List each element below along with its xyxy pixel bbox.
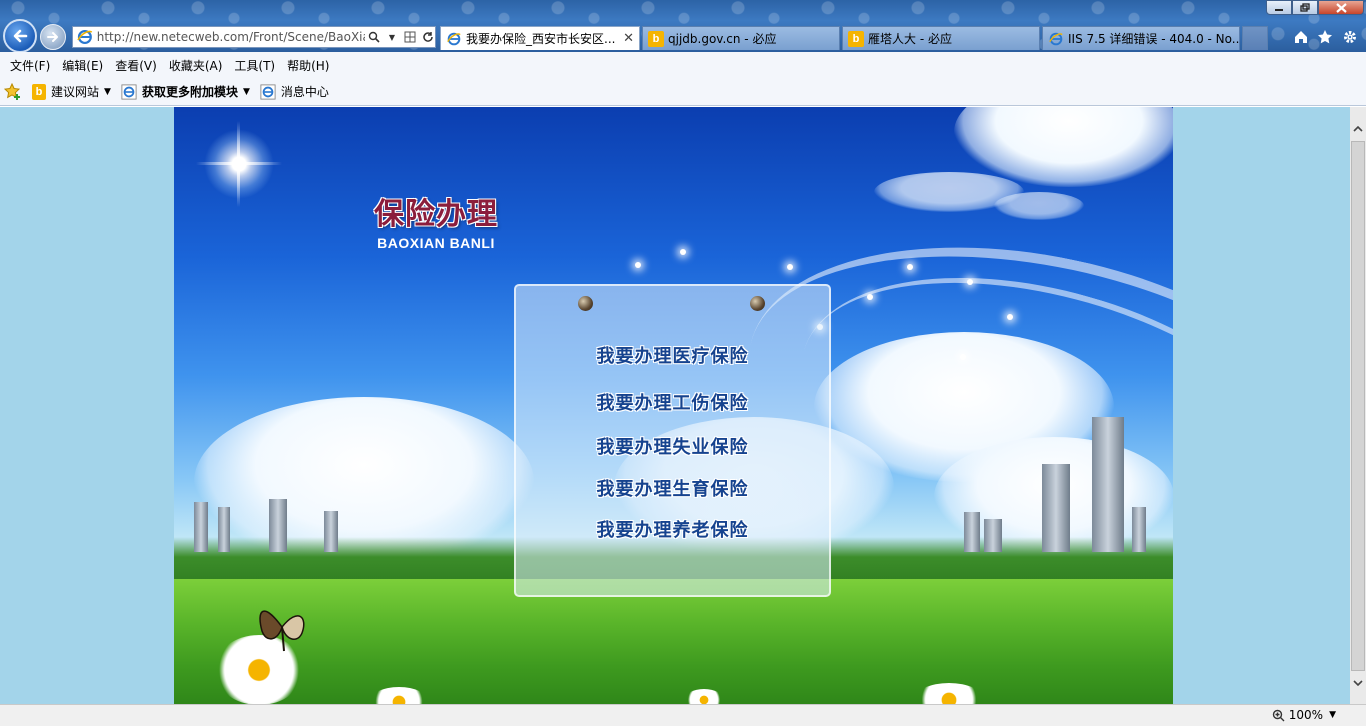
forward-button[interactable] (40, 24, 66, 50)
dropdown-arrow-icon: ▼ (1329, 710, 1336, 720)
tab-title: qjjdb.gov.cn - 必应 (668, 32, 777, 46)
fav-label: 建议网站 (51, 85, 100, 99)
building-decoration (984, 519, 1002, 552)
zoom-icon (1272, 709, 1285, 721)
bing-icon: b (648, 30, 664, 47)
ie-page-icon (77, 29, 93, 45)
fav-suggested-sites[interactable]: b 建议网站 ▼ (32, 83, 111, 100)
window-controls (1266, 0, 1364, 15)
building-decoration (1042, 464, 1070, 552)
butterfly-icon (259, 610, 305, 652)
service-logo: 保险办理 BAOXIAN BANLI (366, 189, 506, 251)
menu-favorites[interactable]: 收藏夹(A) (163, 57, 229, 74)
dropdown-arrow-icon[interactable]: ▼ (385, 30, 399, 44)
restore-button[interactable] (1292, 0, 1318, 15)
ie-page-icon (121, 83, 137, 100)
gear-icon[interactable] (1339, 26, 1361, 48)
fav-label: 获取更多附加模块 (141, 85, 238, 99)
tab-title: IIS 7.5 详细错误 - 404.0 - No... (1068, 32, 1240, 46)
add-to-favorites-icon (4, 82, 21, 100)
link-medical-insurance[interactable]: 我要办理医疗保险 (516, 342, 829, 368)
link-work-injury-insurance[interactable]: 我要办理工伤保险 (516, 389, 829, 415)
tab-yanta[interactable]: b 雁塔人大 - 必应 (842, 26, 1040, 50)
tab-title: 雁塔人大 - 必应 (868, 32, 952, 46)
page-viewport: 保险办理 BAOXIAN BANLI 我要办理医疗保险 我要办理工伤保险 我要办… (0, 107, 1350, 704)
sparkle-decoration (787, 264, 793, 270)
back-arrow-icon (13, 29, 28, 43)
dropdown-arrow-icon: ▼ (104, 86, 111, 97)
scroll-down-arrow-icon[interactable] (1350, 675, 1366, 691)
fav-message-center[interactable]: 消息中心 (260, 83, 329, 100)
insurance-menu-board: 我要办理医疗保险 我要办理工伤保险 我要办理失业保险 我要办理生育保险 我要办理… (514, 284, 831, 597)
browser-titlebar: http://new.netecweb.com/Front/Scene/BaoX… (0, 0, 1366, 53)
link-unemployment-insurance[interactable]: 我要办理失业保险 (516, 433, 829, 459)
insurance-scene-banner: 保险办理 BAOXIAN BANLI 我要办理医疗保险 我要办理工伤保险 我要办… (174, 107, 1173, 704)
sparkle-decoration (635, 262, 641, 268)
sun-ray-decoration (237, 121, 240, 207)
close-window-button[interactable] (1318, 0, 1364, 15)
menu-bar: 文件(F) 编辑(E) 查看(V) 收藏夹(A) 工具(T) 帮助(H) (0, 52, 1366, 78)
menu-view[interactable]: 查看(V) (109, 57, 163, 74)
back-button[interactable] (3, 19, 37, 53)
sparkle-decoration (1007, 314, 1013, 320)
zoom-control[interactable]: 100% ▼ (1272, 708, 1336, 722)
bing-icon: b (32, 83, 46, 100)
ie-page-icon (260, 83, 276, 100)
tab-title: 我要办保险_西安市长安区... (466, 32, 616, 46)
menu-tools[interactable]: 工具(T) (228, 57, 281, 74)
ie-page-icon (1049, 32, 1063, 45)
pin-icon (750, 296, 765, 311)
vertical-scrollbar[interactable] (1350, 107, 1366, 704)
address-bar[interactable]: http://new.netecweb.com/Front/Scene/BaoX… (72, 26, 436, 48)
tab-iis-error[interactable]: IIS 7.5 详细错误 - 404.0 - No... (1042, 26, 1240, 50)
sparkle-decoration (867, 294, 873, 300)
close-tab-icon[interactable]: ✕ (623, 31, 634, 46)
favorites-bar: b 建议网站 ▼ 获取更多附加模块 ▼ 消息中心 (0, 78, 1366, 106)
link-pension-insurance[interactable]: 我要办理养老保险 (516, 516, 829, 542)
refresh-icon[interactable] (421, 30, 435, 44)
scroll-up-arrow-icon[interactable] (1350, 121, 1366, 137)
tab-qjjdb[interactable]: b qjjdb.gov.cn - 必应 (642, 26, 840, 50)
fav-get-addons[interactable]: 获取更多附加模块 ▼ (121, 83, 250, 100)
ie-page-icon (447, 32, 461, 45)
daisy-decoration (684, 689, 724, 704)
sparkle-decoration (960, 354, 966, 360)
address-url[interactable]: http://new.netecweb.com/Front/Scene/BaoX… (97, 30, 365, 44)
sparkle-decoration (680, 249, 686, 255)
sparkle-decoration (967, 279, 973, 285)
grass-field-decoration (174, 579, 1173, 704)
new-tab-button[interactable] (1242, 26, 1268, 50)
logo-subtitle: BAOXIAN BANLI (377, 235, 495, 251)
compatibility-view-icon[interactable] (403, 30, 417, 44)
building-decoration (218, 507, 230, 552)
dropdown-arrow-icon: ▼ (242, 86, 250, 97)
home-icon[interactable] (1290, 26, 1312, 48)
status-bar: 100% ▼ (0, 704, 1366, 726)
minimize-button[interactable] (1266, 0, 1292, 15)
building-decoration (324, 511, 338, 552)
menu-edit[interactable]: 编辑(E) (56, 57, 109, 74)
building-decoration (1092, 417, 1124, 552)
search-icon[interactable] (367, 30, 381, 44)
building-decoration (269, 499, 287, 552)
link-maternity-insurance[interactable]: 我要办理生育保险 (516, 475, 829, 501)
building-decoration (1132, 507, 1146, 552)
bing-icon: b (848, 30, 864, 47)
pin-icon (578, 296, 593, 311)
cloud-decoration (994, 192, 1084, 220)
building-decoration (194, 502, 208, 552)
menu-help[interactable]: 帮助(H) (281, 57, 335, 74)
forward-arrow-icon (47, 32, 58, 42)
logo-title: 保险办理 (374, 197, 498, 232)
add-favorite-button[interactable] (4, 82, 22, 101)
zoom-level: 100% (1288, 708, 1324, 722)
building-decoration (964, 512, 980, 552)
tab-insurance[interactable]: 我要办保险_西安市长安区... ✕ (440, 26, 640, 50)
fav-label: 消息中心 (280, 85, 329, 99)
scroll-thumb[interactable] (1351, 141, 1365, 671)
sparkle-decoration (907, 264, 913, 270)
favorites-star-icon[interactable] (1314, 26, 1336, 48)
menu-file[interactable]: 文件(F) (4, 57, 56, 74)
